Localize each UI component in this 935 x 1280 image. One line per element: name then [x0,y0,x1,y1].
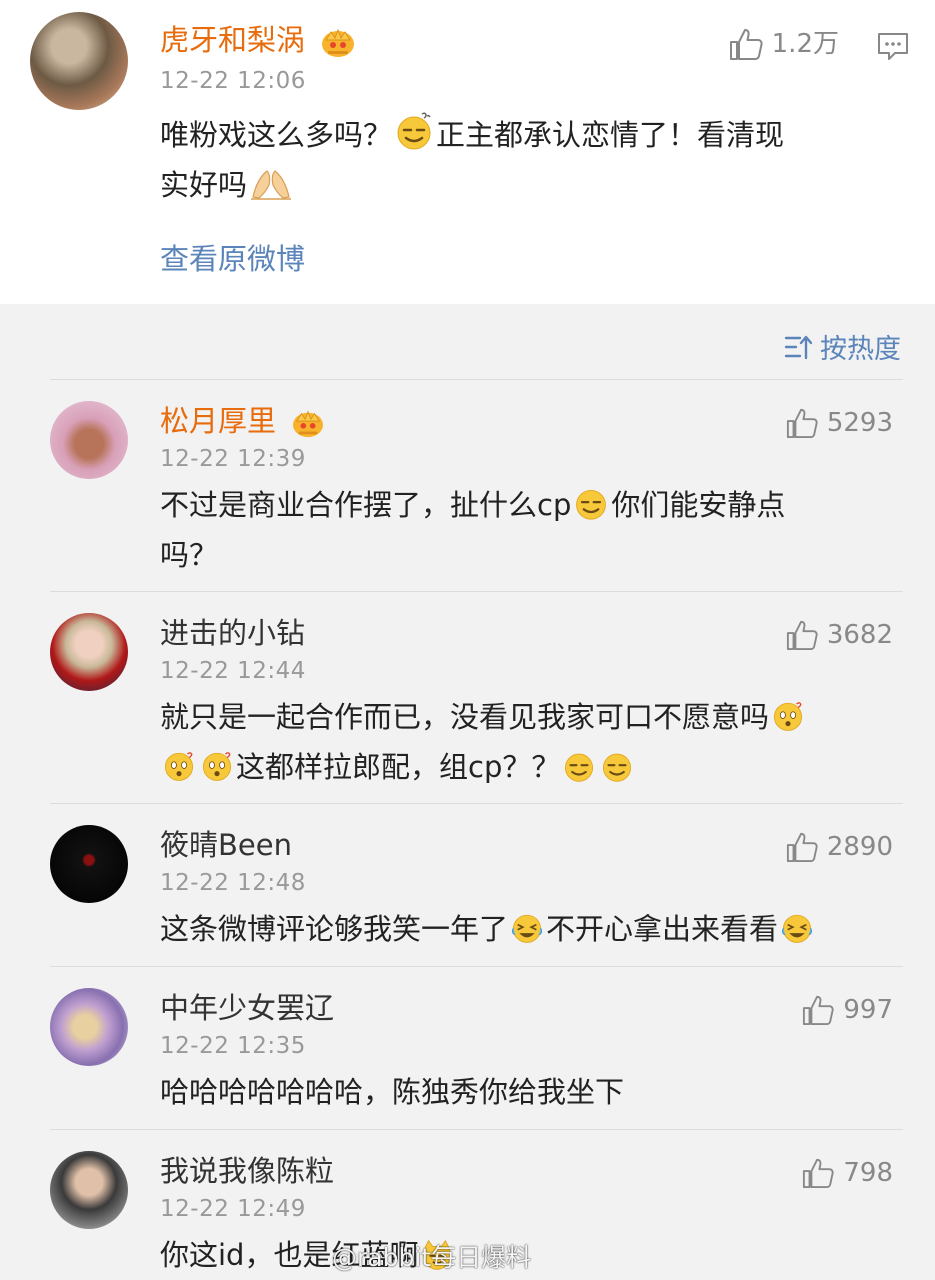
comment-like-count: 2890 [826,832,893,862]
divider [50,379,903,380]
avatar[interactable] [50,1151,128,1229]
sort-by-hot-button[interactable]: 按热度 [784,327,901,366]
thumb-up-icon [786,620,818,651]
crown-icon [322,28,355,57]
thumb-up-icon [729,29,763,60]
smirk-emoji-icon [576,489,607,520]
laugh-cry-emoji-icon [512,914,542,943]
sort-label: 按热度 [820,334,901,365]
comment-text: 就只是一起合作而已，没看见我家可口不愿意吗 这都样拉郎配，组cp？？ [160,692,880,792]
divider [50,803,903,804]
post-like-count: 1.2万 [771,29,839,59]
comment-like-button[interactable]: 798 [801,1157,893,1189]
divider [50,1129,903,1130]
post-author-label[interactable]: 虎牙和梨涡 [160,23,305,57]
thumb-up-icon [786,832,818,863]
sort-icon [784,335,812,359]
comment-author-name[interactable]: 进击的小钻 [160,616,305,650]
watermark: @rabbit每日爆料 [332,1243,532,1272]
comment-like-count: 5293 [826,408,893,438]
comment-timestamp: 12-22 12:39 [160,446,306,472]
comment-like-button[interactable]: 2890 [785,831,893,863]
comment-author-name[interactable]: 中年少女罢辽 [160,991,334,1025]
comment-timestamp: 12-22 12:49 [160,1196,306,1222]
divider [50,591,903,592]
comment-like-button[interactable]: 997 [801,994,893,1026]
divider [50,966,903,967]
comment-author-name[interactable]: 松月厚里 [160,404,325,438]
comment-like-button[interactable]: 3682 [785,619,893,651]
post-author-name[interactable]: 虎牙和梨涡 [160,23,356,58]
avatar[interactable] [50,613,128,691]
crown-icon [293,410,324,438]
wondering-emoji-icon [202,752,232,781]
comment-author-name[interactable]: 筱晴Been [160,828,292,862]
comment-author-label[interactable]: 松月厚里 [160,404,276,438]
wondering-emoji-icon [164,752,194,781]
post-like-button[interactable]: 1.2万 [728,27,839,61]
comment-like-count: 3682 [826,620,893,650]
avatar[interactable] [50,401,128,479]
avatar[interactable] [50,825,128,903]
smirk-emoji-icon [603,753,632,782]
smirk-emoji-icon [397,112,431,150]
post-text: 唯粉戏这么多吗？ 正主都承认恋情了！看清现 实好吗 [160,110,900,210]
comment-icon[interactable] [876,31,910,61]
comment-like-count: 798 [843,1158,893,1188]
wondering-emoji-icon [773,702,803,731]
avatar[interactable] [30,12,128,110]
comment-text: 不过是商业合作摆了，扯什么cp 你们能安静点 吗？ [160,480,860,580]
thumb-up-icon [786,408,818,439]
avatar[interactable] [50,988,128,1066]
comment-like-button[interactable]: 5293 [785,407,893,439]
view-original-post-link[interactable]: 查看原微博 [160,236,305,278]
comment-timestamp: 12-22 12:44 [160,658,306,684]
comment-text: 这条微博评论够我笑一年了 不开心拿出来看看 [160,904,900,954]
thumb-up-icon [803,995,834,1026]
laugh-cry-emoji-icon [782,914,813,943]
post-timestamp: 12-22 12:06 [160,68,306,94]
comment-timestamp: 12-22 12:48 [160,870,306,896]
comment-like-count: 997 [843,995,893,1025]
comment-text: 哈哈哈哈哈哈哈，陈独秀你给我坐下 [160,1075,625,1109]
thumb-up-icon [803,1158,834,1189]
comment-author-name[interactable]: 我说我像陈粒 [160,1154,334,1188]
smirk-emoji-icon [565,753,594,782]
pray-emoji-icon [251,170,292,200]
comment-timestamp: 12-22 12:35 [160,1033,306,1059]
original-post-card: 虎牙和梨涡 12-22 12:06 1.2万 唯粉戏这么多吗？ 正主都承认恋情了！… [0,0,935,304]
